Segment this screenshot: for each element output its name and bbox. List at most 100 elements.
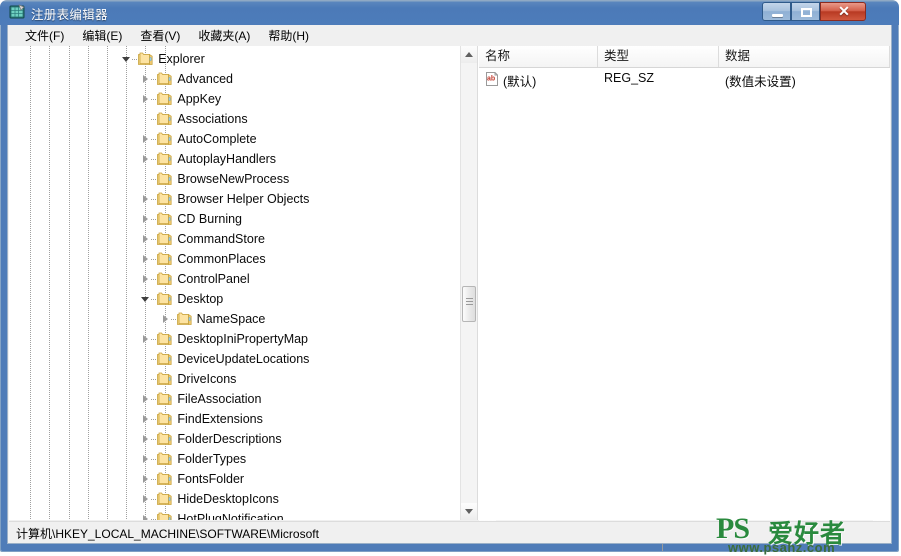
tree-node-label: ControlPanel [177, 272, 250, 286]
tree-node-label: DriveIcons [177, 372, 237, 386]
tree-node[interactable]: DesktopIniPropertyMap [9, 329, 461, 349]
tree-node[interactable]: FontsFolder [9, 469, 461, 489]
expand-arrow-icon[interactable] [141, 154, 151, 164]
tree-node[interactable]: FolderDescriptions [9, 429, 461, 449]
tree-node[interactable]: FileAssociation [9, 389, 461, 409]
tree-node[interactable]: FindExtensions [9, 409, 461, 429]
menu-help[interactable]: 帮助(H) [259, 25, 318, 47]
tree-node-label: AutoComplete [177, 132, 257, 146]
collapse-arrow-icon[interactable] [122, 54, 132, 64]
tree-node[interactable]: Explorer [9, 49, 461, 69]
menu-file[interactable]: 文件(F) [16, 25, 73, 47]
tree-node[interactable]: FolderTypes [9, 449, 461, 469]
window-title: 注册表编辑器 [31, 8, 108, 22]
svg-text:ab: ab [487, 76, 495, 83]
triangle-icon [143, 275, 149, 283]
folder-icon [157, 492, 172, 505]
tree-node-label: FindExtensions [177, 412, 263, 426]
folder-icon [138, 52, 153, 65]
registry-tree-pane[interactable]: Explorer Advanced AppKey Associations AutoCo… [9, 46, 478, 520]
tree-node-label: FolderTypes [177, 452, 247, 466]
column-header-data[interactable]: 数据 [719, 46, 890, 67]
minimize-button[interactable] [762, 2, 791, 21]
tree-vertical-scrollbar[interactable] [460, 46, 477, 520]
tree-node[interactable]: CD Burning [9, 209, 461, 229]
collapse-arrow-icon[interactable] [141, 294, 151, 304]
folder-icon [157, 372, 172, 385]
triangle-icon [143, 455, 149, 463]
tree-node[interactable]: DeviceUpdateLocations [9, 349, 461, 369]
folder-icon [157, 392, 172, 405]
tree-node[interactable]: ControlPanel [9, 269, 461, 289]
expand-arrow-icon[interactable] [141, 474, 151, 484]
expand-arrow-icon[interactable] [141, 194, 151, 204]
triangle-icon [122, 57, 131, 62]
expand-arrow-icon[interactable] [141, 274, 151, 284]
scrollbar-grip-icon [466, 298, 473, 307]
column-header-type[interactable]: 类型 [598, 46, 719, 67]
triangle-icon [143, 335, 149, 343]
triangle-icon [143, 135, 149, 143]
tree-node[interactable]: Advanced [9, 69, 461, 89]
expand-arrow-icon[interactable] [141, 494, 151, 504]
tree-node[interactable]: CommonPlaces [9, 249, 461, 269]
title-bar[interactable]: 注册表编辑器 ✕ [0, 0, 899, 25]
tree-node[interactable]: Associations [9, 109, 461, 129]
status-bar: 计算机\HKEY_LOCAL_MACHINE\SOFTWARE\Microsof… [9, 521, 890, 542]
expand-arrow-icon[interactable] [141, 434, 151, 444]
tree-node-label: Associations [177, 112, 248, 126]
column-header-name[interactable]: 名称 [479, 46, 598, 67]
tree-node[interactable]: DriveIcons [9, 369, 461, 389]
triangle-down-icon [465, 509, 473, 514]
tree-scrollbar-thumb[interactable] [462, 286, 476, 322]
expand-arrow-icon[interactable] [141, 334, 151, 344]
menu-edit[interactable]: 编辑(E) [73, 25, 131, 47]
menu-view[interactable]: 查看(V) [131, 25, 189, 47]
tree-node-label: BrowseNewProcess [177, 172, 290, 186]
expand-arrow-icon[interactable] [161, 314, 171, 324]
scroll-down-button[interactable] [461, 503, 477, 520]
triangle-icon [141, 297, 150, 302]
desktop-background: 注册表编辑器 ✕ 文件(F) 编辑(E) 查看(V) 收藏夹(A) 帮助(H) [0, 0, 901, 556]
close-button[interactable]: ✕ [820, 2, 866, 21]
string-value-icon: ab [484, 71, 500, 87]
tree-node[interactable]: HotPlugNotification [9, 509, 461, 520]
folder-icon [157, 352, 172, 365]
expand-arrow-icon[interactable] [141, 414, 151, 424]
panes-container: Explorer Advanced AppKey Associations AutoCo… [9, 46, 890, 551]
registry-values-pane[interactable]: 名称 类型 数据 ab (默认) REG_SZ (数值未设置) [479, 46, 890, 520]
tree-node[interactable]: CommandStore [9, 229, 461, 249]
folder-icon [157, 192, 172, 205]
registry-editor-window: 注册表编辑器 ✕ 文件(F) 编辑(E) 查看(V) 收藏夹(A) 帮助(H) [0, 0, 899, 552]
triangle-icon [143, 155, 149, 163]
tree-node-label: DesktopIniPropertyMap [177, 332, 309, 346]
tree-node[interactable]: HideDesktopIcons [9, 489, 461, 509]
expand-arrow-icon[interactable] [141, 454, 151, 464]
expand-arrow-icon[interactable] [141, 134, 151, 144]
folder-icon [157, 212, 172, 225]
maximize-button[interactable] [791, 2, 820, 21]
expand-arrow-icon[interactable] [141, 394, 151, 404]
menu-favorites[interactable]: 收藏夹(A) [189, 25, 259, 47]
scroll-up-button[interactable] [461, 46, 477, 63]
tree-node[interactable]: AppKey [9, 89, 461, 109]
tree-node[interactable]: AutoComplete [9, 129, 461, 149]
folder-icon [157, 232, 172, 245]
tree-node-label: FileAssociation [177, 392, 262, 406]
tree-node[interactable]: NameSpace [9, 309, 461, 329]
expand-arrow-icon[interactable] [141, 94, 151, 104]
tree-node[interactable]: BrowseNewProcess [9, 169, 461, 189]
expand-arrow-icon[interactable] [141, 234, 151, 244]
expand-arrow-icon[interactable] [141, 514, 151, 520]
expand-arrow-icon[interactable] [141, 214, 151, 224]
expand-arrow-icon[interactable] [141, 74, 151, 84]
registry-editor-icon [9, 4, 26, 21]
triangle-icon [143, 95, 149, 103]
tree-node[interactable]: AutoplayHandlers [9, 149, 461, 169]
tree-node[interactable]: Browser Helper Objects [9, 189, 461, 209]
value-row[interactable]: ab (默认) REG_SZ (数值未设置) [479, 68, 890, 90]
folder-icon [157, 112, 172, 125]
expand-arrow-icon[interactable] [141, 254, 151, 264]
close-icon: ✕ [838, 3, 850, 19]
tree-node[interactable]: Desktop [9, 289, 461, 309]
